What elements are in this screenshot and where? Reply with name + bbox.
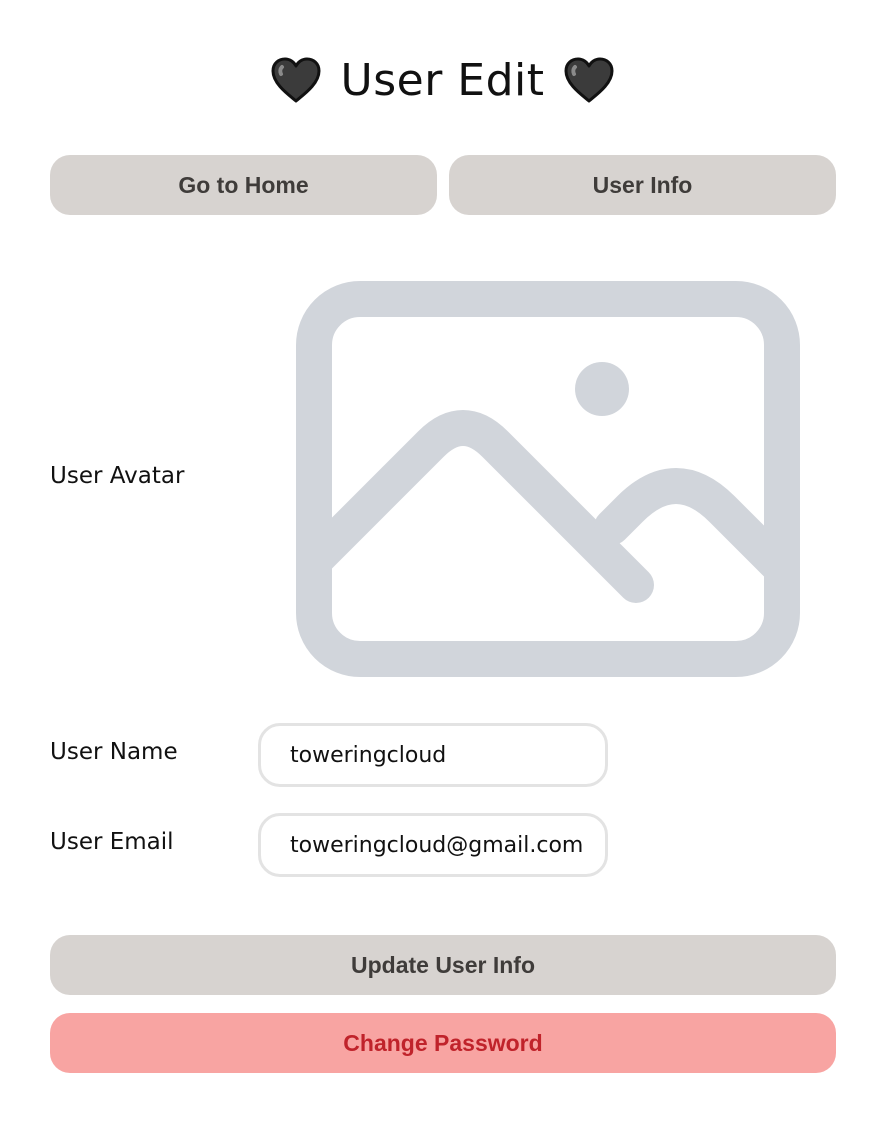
black-heart-icon <box>564 57 614 103</box>
user-name-input[interactable] <box>258 723 608 787</box>
page-title: User Edit <box>340 54 545 106</box>
update-user-info-button[interactable]: Update User Info <box>50 935 836 995</box>
go-to-home-button[interactable]: Go to Home <box>50 155 437 215</box>
image-placeholder-icon <box>296 281 800 677</box>
change-password-button[interactable]: Change Password <box>50 1013 836 1073</box>
user-avatar[interactable] <box>296 281 800 677</box>
user-email-input[interactable] <box>258 813 608 877</box>
black-heart-icon <box>271 57 320 103</box>
user-info-button[interactable]: User Info <box>449 155 836 215</box>
user-avatar-label: User Avatar <box>50 463 185 489</box>
user-name-label: User Name <box>50 739 178 765</box>
user-email-label: User Email <box>50 829 174 855</box>
page-header: User Edit <box>0 50 885 110</box>
